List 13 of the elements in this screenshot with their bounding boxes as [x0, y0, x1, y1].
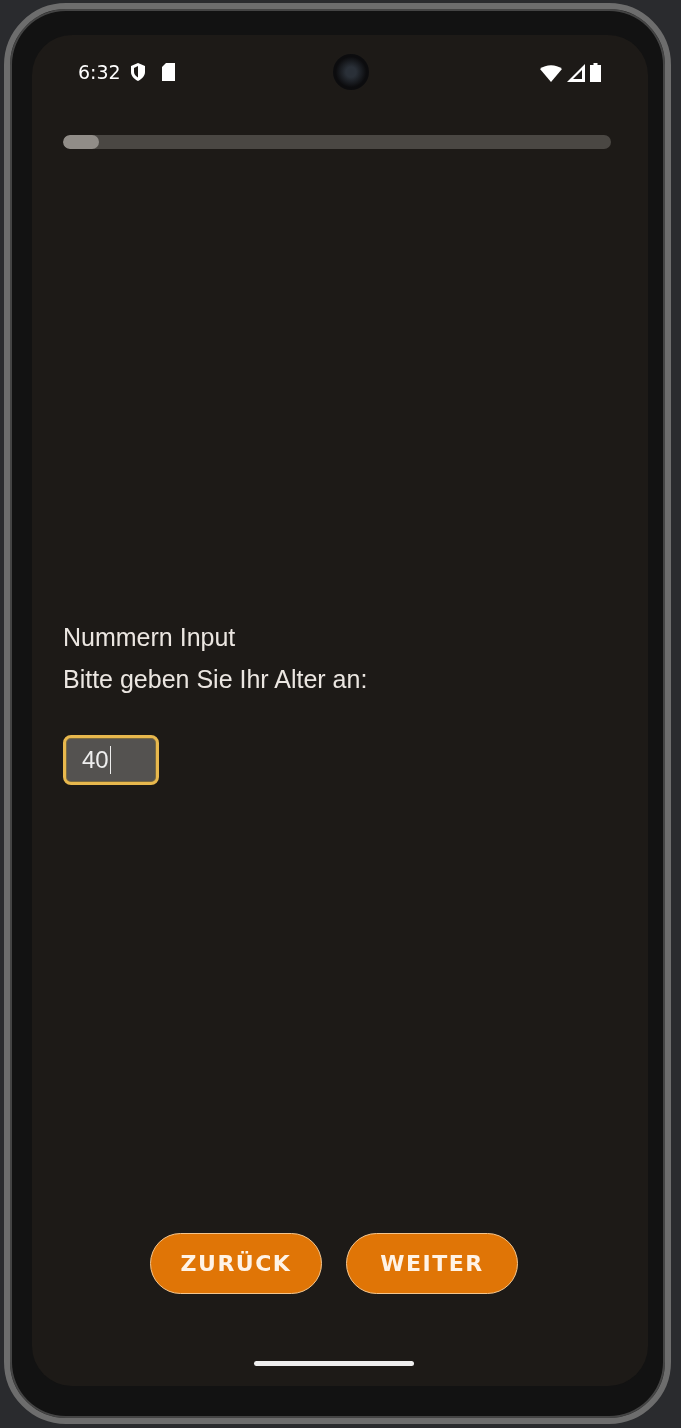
status-time: 6:32 — [78, 61, 121, 83]
camera-lens — [333, 54, 369, 90]
signal-icon — [567, 63, 585, 82]
question-prompt: Bitte geben Sie Ihr Alter an: — [63, 664, 369, 695]
battery-icon — [590, 62, 601, 82]
sd-card-icon — [160, 63, 176, 81]
wifi-icon — [540, 64, 562, 82]
next-button[interactable]: WEITER — [346, 1233, 518, 1294]
question-title: Nummern Input — [63, 622, 237, 653]
back-button[interactable]: ZURÜCK — [150, 1233, 322, 1294]
home-indicator[interactable] — [254, 1361, 414, 1366]
shield-icon — [128, 62, 147, 82]
age-input-field[interactable]: 40 — [63, 735, 159, 785]
